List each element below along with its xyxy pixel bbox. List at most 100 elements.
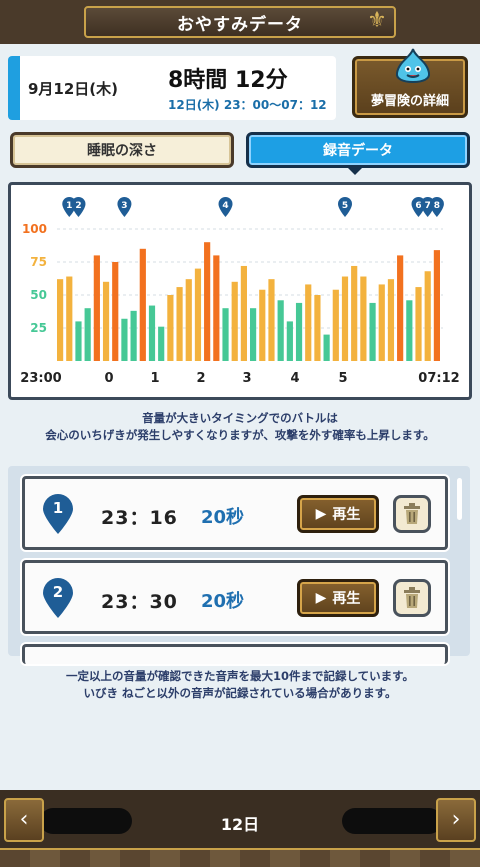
x-tick-label: 1 [150, 371, 159, 386]
bar [75, 321, 82, 361]
marker-label: 7 [425, 201, 431, 211]
prev-day-button[interactable]: ‹ [4, 798, 44, 842]
y-tick-label: 25 [30, 321, 47, 335]
bar [351, 265, 358, 361]
play-button[interactable]: ▶ 再生 [297, 579, 379, 617]
bar [424, 271, 431, 361]
x-tick-label: 0 [104, 371, 113, 386]
trash-icon [404, 503, 420, 524]
chart-canvas: 1007550251 2 3 4 5 6 7 823:00 0 1 2 3 4 5 07:12 [20, 197, 460, 386]
bar [84, 308, 91, 361]
y-tick-label: 50 [30, 288, 47, 302]
recording-index: 1 [52, 499, 64, 517]
bar [185, 279, 192, 361]
bar [360, 276, 367, 361]
bar [277, 300, 284, 361]
marker-label: 3 [121, 201, 127, 211]
x-tick-label: 5 [338, 371, 347, 386]
battle-note-line1: 音量が大きいタイミングでのバトルは [142, 411, 338, 425]
bar [167, 295, 174, 361]
play-button-label: 再生 [332, 507, 361, 523]
chevron-left-icon: ‹ [19, 807, 29, 832]
marker-label: 8 [434, 201, 440, 211]
tab-sleep-depth[interactable]: 睡眠の深さ [10, 132, 234, 168]
bar [112, 262, 119, 361]
list-scrollbar[interactable] [457, 478, 462, 520]
y-tick-label: 100 [22, 222, 47, 236]
marker-label: 4 [222, 201, 228, 211]
delete-button[interactable] [393, 495, 431, 533]
x-tick-label: 23:00 [20, 371, 61, 386]
bar [231, 281, 238, 361]
bar [204, 242, 211, 361]
bar [314, 295, 321, 361]
bar [130, 310, 137, 361]
trash-icon [404, 587, 420, 608]
bar [213, 255, 220, 361]
bar [148, 305, 156, 361]
page-title: おやすみデータ [84, 6, 396, 38]
recording-row: 1 23：16 20秒 ▶ 再生 [22, 476, 448, 550]
recording-index: 2 [52, 583, 64, 601]
marker-label: 1 [66, 201, 72, 211]
play-button[interactable]: ▶ 再生 [297, 495, 379, 533]
bar [323, 334, 330, 361]
recording-duration: 20秒 [201, 507, 245, 528]
bottom-ornament [0, 848, 480, 867]
next-day-button[interactable]: › [436, 798, 476, 842]
battle-note-line2: 会心のいちげきが発生しやすくなりますが、攻撃を外す確率も上昇します。 [45, 428, 435, 442]
bar [415, 287, 422, 361]
x-tick-label: 4 [290, 371, 299, 386]
bar [378, 284, 385, 361]
x-tick-label: 3 [242, 371, 251, 386]
bar [93, 255, 100, 361]
chevron-right-icon: › [451, 807, 461, 832]
bar [295, 302, 303, 361]
map-pin-icon: 1 [41, 493, 75, 535]
current-day-label: 12日 [220, 815, 260, 834]
fleur-ornament-icon: ⚜ [367, 8, 387, 33]
recording-duration: 20秒 [201, 591, 245, 612]
play-icon: ▶ [315, 506, 327, 522]
bar [406, 300, 413, 361]
sleep-duration: 8時間 12分 [168, 68, 288, 93]
record-note-line2: いびき ねごと以外の音声が記録されている場合があります。 [83, 686, 397, 700]
x-tick-label: 2 [196, 371, 205, 386]
bar [268, 279, 275, 361]
bar [259, 289, 266, 361]
sleep-time-range: 12日(木) 23：00～07：12 [168, 98, 327, 112]
bar [222, 308, 229, 361]
record-note-line1: 一定以上の音量が確認できた音声を最大10件まで記録しています。 [65, 669, 414, 683]
next-day-track [342, 808, 442, 834]
bar [369, 302, 376, 361]
bar [176, 287, 183, 361]
map-pin-icon: 2 [41, 577, 75, 619]
summary-accent-bar [8, 56, 20, 120]
bar [387, 279, 395, 361]
bar [286, 321, 293, 361]
x-tick-label: 07:12 [418, 371, 459, 386]
delete-button[interactable] [393, 579, 431, 617]
bar [158, 326, 165, 361]
bar [305, 284, 312, 361]
bar [57, 279, 64, 361]
bar [332, 289, 339, 361]
dream-adventure-detail-button[interactable]: 夢冒険の詳細 [352, 48, 468, 118]
bar [102, 281, 110, 361]
bar [66, 276, 73, 361]
prev-day-track [40, 808, 132, 834]
bar [341, 276, 349, 361]
play-button-label: 再生 [332, 591, 361, 607]
bar [397, 255, 404, 361]
sound-volume-chart: 100 75 50 25 1 2 3 4 5 6 7 8 23:00 0 1 2 3 4 5 07:12 [8, 182, 472, 400]
recording-row: 2 23：30 20秒 ▶ 再生 [22, 560, 448, 634]
bar [139, 248, 146, 361]
recording-time: 23：30 [101, 591, 178, 613]
marker-label: 2 [75, 201, 81, 211]
play-icon: ▶ [315, 590, 327, 606]
tab-recording-data[interactable]: 録音データ [246, 132, 470, 168]
bar [194, 268, 202, 361]
bar [240, 265, 247, 361]
recording-time: 23：16 [101, 507, 178, 529]
sleep-summary-card: 9月12日(木) 8時間 12分 12日(木) 23：00～07：12 [8, 56, 336, 120]
